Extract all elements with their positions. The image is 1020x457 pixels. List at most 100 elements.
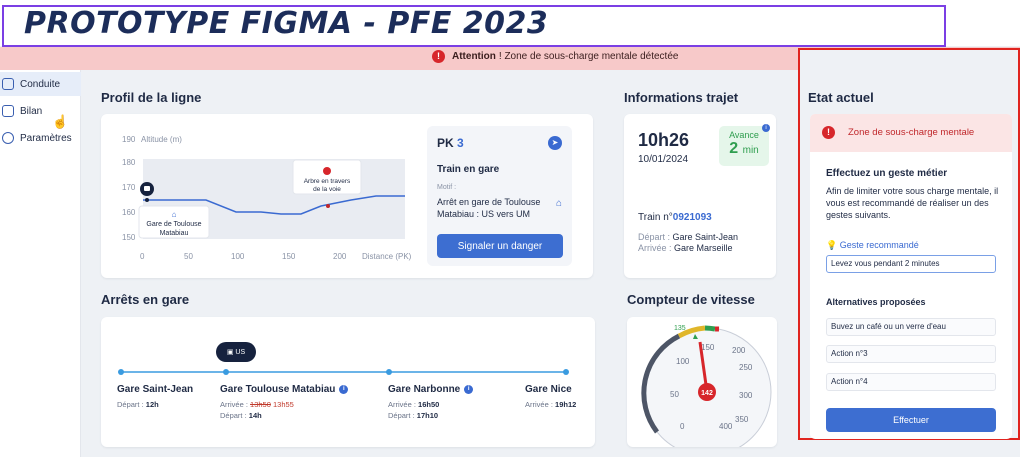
train-badge: ▣ US [216, 342, 256, 362]
trajet-card: 10h26 10/01/2024 Avance 2 min i Train n°… [624, 114, 776, 278]
pk-label: PK [437, 136, 454, 150]
current-time: 10h26 [638, 130, 690, 150]
report-danger-button[interactable]: Signaler un danger [437, 234, 563, 258]
alternative-option[interactable]: Buvez un café ou un verre d'eau [826, 318, 996, 336]
depart-value: Gare Saint-Jean [672, 232, 739, 242]
x-tick: 150 [282, 252, 296, 261]
submit-action-button[interactable]: Effectuer [826, 408, 996, 432]
arrivee-value: Gare Marseille [674, 243, 733, 253]
stops-timeline [118, 369, 569, 375]
pk-panel: PK 3 ➤ Train en gare Motif : Arrêt en ga… [427, 126, 572, 266]
train-icon: ▣ [226, 349, 236, 356]
stop-times: Arrivée : 19h12 [525, 400, 577, 409]
speed-limit: 135 [674, 325, 686, 332]
y-tick: 170 [122, 183, 136, 192]
speed-arc-ok [704, 325, 716, 332]
y-tick: 150 [122, 233, 136, 242]
vitesse-title: Compteur de vitesse [627, 292, 755, 307]
y-tick: 180 [122, 158, 136, 167]
sidebar-item-label: Conduite [20, 78, 61, 90]
home-icon: ⌂ [555, 198, 562, 209]
speed-tick: 300 [739, 391, 753, 400]
motif-label: Motif : [437, 184, 457, 191]
x-axis: 0 50 100 150 200 Distance (PK) [140, 252, 412, 261]
stop-dot [118, 369, 124, 375]
stop-dot [563, 369, 569, 375]
train-number: 0921093 [672, 212, 712, 223]
speed-tick: 150 [701, 343, 715, 352]
alternatives-label: Alternatives proposées [826, 297, 926, 307]
obstacle-point [326, 204, 330, 208]
stop-name: Gare Narbonne i [388, 384, 474, 395]
x-tick: 0 [140, 252, 145, 261]
etat-title: Etat actuel [808, 90, 874, 105]
speed-tick: 50 [670, 390, 679, 399]
stop-times: Arrivée : 16h50 Départ : 17h10 [388, 400, 440, 420]
svg-text:Gare de Toulouse: Gare de Toulouse [146, 221, 201, 228]
current-date: 10/01/2024 [638, 154, 689, 165]
svg-text:Matabiau: Matabiau [160, 230, 189, 237]
depart-label: Départ : [638, 232, 671, 242]
svg-text:de la voie: de la voie [313, 186, 341, 193]
gear-icon [2, 132, 14, 144]
bulb-icon: 💡 [826, 240, 838, 250]
info-icon[interactable]: i [339, 384, 349, 394]
y-axis-label: Altitude (m) [141, 135, 182, 144]
navigation-icon[interactable]: ➤ [548, 136, 562, 150]
train-icon [2, 78, 14, 90]
recommended-action-field[interactable]: Levez vous pendant 2 minutes [826, 255, 996, 273]
chart-icon [2, 105, 14, 117]
train-status: Train en gare [437, 164, 500, 175]
advance-label: Avance [729, 130, 759, 140]
obstacle-alert-icon [323, 167, 331, 175]
sidebar-item-label: Bilan [20, 105, 43, 117]
etat-card: ! Zone de sous-charge mentale Effectuez … [810, 114, 1012, 439]
x-axis-label: Distance (PK) [362, 252, 412, 261]
x-tick: 100 [231, 252, 245, 261]
alert-icon: ! [822, 126, 835, 139]
alert-icon: ! [432, 50, 445, 63]
stops-card: ▣ US Gare Saint-Jean Départ : 12h Gare T… [101, 317, 595, 447]
y-tick: 190 [122, 135, 136, 144]
alternative-option[interactable]: Action n°3 [826, 345, 996, 363]
arrets-title: Arrêts en gare [101, 292, 190, 307]
speed-tick: 350 [735, 415, 749, 424]
pk-value: 3 [457, 136, 464, 150]
profil-card: 190 180 170 160 150 Altitude (m) 0 50 10… [101, 114, 593, 278]
hand-cursor-icon: ☝ [52, 114, 69, 129]
x-tick: 50 [184, 252, 193, 261]
advance-badge: Avance 2 min [719, 126, 769, 166]
advance-unit: min [742, 145, 759, 156]
etat-paragraph: Afin de limiter votre sous charge mental… [826, 186, 999, 220]
speed-tick: 200 [732, 346, 746, 355]
profil-title: Profil de la ligne [101, 90, 202, 105]
etat-alert: ! Zone de sous-charge mentale [810, 114, 1012, 152]
alternative-option[interactable]: Action n°4 [826, 373, 996, 391]
prototype-title: PROTOTYPE FIGMA - PFE 2023 [24, 6, 549, 41]
speed-tick: 400 [719, 422, 733, 431]
speedometer: 0 50 100 150 200 250 300 350 400 135 142 [641, 325, 772, 447]
train-label: Train n° [638, 212, 673, 223]
speedometer-card: 0 50 100 150 200 250 300 350 400 135 142 [627, 317, 777, 447]
info-icon[interactable]: i [762, 124, 770, 132]
speed-tick: 100 [676, 357, 690, 366]
sidebar-item-parametres[interactable]: Paramètres [0, 126, 81, 150]
motif-text: Arrêt en gare de Toulouse Matabiau : US … [437, 197, 541, 219]
info-icon[interactable]: i [464, 384, 474, 394]
stop-dot [223, 369, 229, 375]
home-icon: ⌂ [172, 210, 177, 219]
x-tick: 200 [333, 252, 347, 261]
etat-panel: Etat actuel ! Zone de sous-charge mental… [798, 48, 1020, 440]
arrivee-label: Arrivée : [638, 243, 672, 253]
alert-text: ! Zone de sous-charge mentale détectée [498, 51, 679, 62]
sidebar-item-conduite[interactable]: Conduite [0, 72, 81, 96]
y-tick: 160 [122, 208, 136, 217]
sidebar-item-bilan[interactable]: Bilan [0, 99, 81, 123]
sidebar: Conduite Bilan Paramètres ☝ [0, 70, 81, 457]
speed-tick: 250 [739, 363, 753, 372]
etat-alert-text: Zone de sous-charge mentale [848, 127, 975, 138]
altitude-profile-chart: 190 180 170 160 150 Altitude (m) 0 50 10… [122, 135, 412, 261]
etat-question: Effectuez un geste métier [826, 168, 948, 179]
current-speed: 142 [701, 390, 713, 397]
stop-times: Arrivée : 13h50 13h55 Départ : 14h [220, 400, 294, 420]
